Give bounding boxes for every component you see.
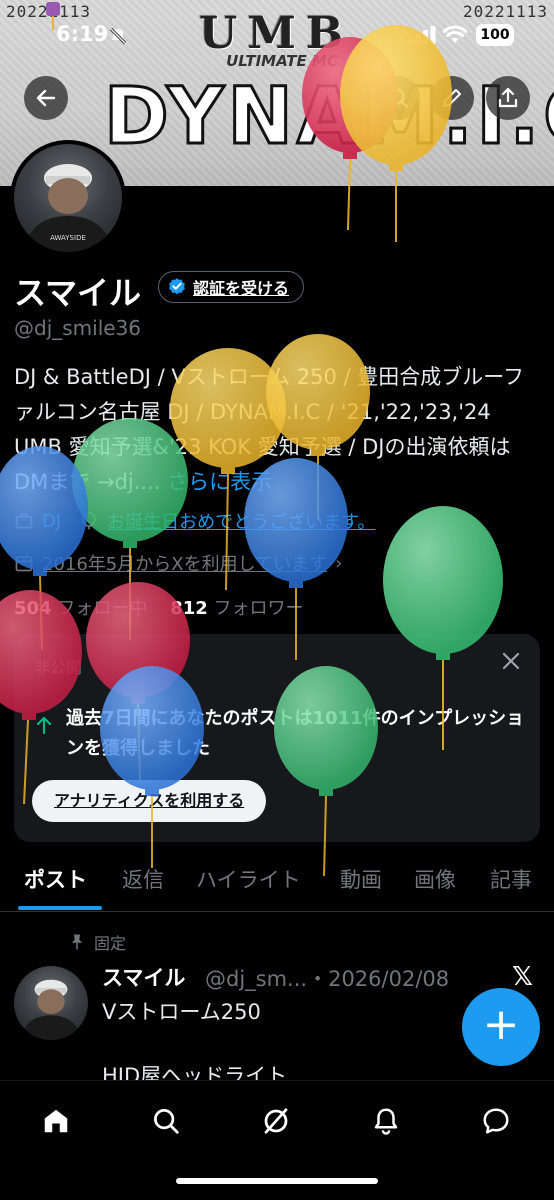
birthday-message[interactable]: お誕生日おめでとうございます。 [107, 508, 375, 534]
profile-bio: DJ & BattleDJ / Vストローム 250 / 豊田合成ブルーファルコ… [14, 360, 540, 500]
status-bar: 6:19 100 [0, 22, 554, 52]
joined-row[interactable]: 2016年5月からXを利用しています › [14, 550, 342, 576]
battery-indicator: 100 [476, 24, 514, 46]
tab-articles[interactable]: 記事 [490, 864, 532, 894]
followers-count: 812 [170, 598, 208, 619]
profile-meta-row: DJ お誕生日おめでとうございます。 [14, 508, 375, 534]
tab-videos[interactable]: 動画 [340, 864, 382, 894]
avatar-photo: AWAYSIDE [24, 164, 112, 252]
grok-icon [264, 1108, 288, 1134]
edit-icon [443, 89, 461, 107]
back-icon [36, 89, 56, 107]
following-label: フォロー中 [57, 598, 148, 619]
verified-badge-icon [169, 278, 185, 295]
search-icon [388, 88, 409, 109]
joined-text: 2016年5月からXを利用しています [42, 554, 328, 575]
analytics-button[interactable]: アナリティクスを利用する [32, 780, 267, 822]
tab-posts[interactable]: ポスト [24, 864, 87, 894]
svg-text:AWAYSIDE: AWAYSIDE [50, 234, 86, 242]
post-handle-date: @dj_sm...・2026/02/08 [205, 967, 450, 991]
pinned-label-row: 固定 [68, 930, 126, 954]
profile-avatar[interactable]: AWAYSIDE [10, 140, 126, 256]
analytics-card: 非公開 過去7日間にあなたのポストは1011件のインプレッションを獲得しました … [14, 634, 540, 842]
home-icon [44, 1109, 68, 1133]
balloon-icon [82, 511, 96, 530]
banner-subtitle: ULTIMATE MC [226, 52, 338, 70]
profile-handle: @dj_smile36 [14, 316, 142, 340]
edit-button[interactable] [430, 76, 474, 120]
banner-date-right: 20221113 [462, 2, 548, 21]
tab-images[interactable]: 画像 [414, 864, 456, 894]
x-logo-icon: 𝕏 [512, 962, 533, 992]
search-button[interactable] [376, 76, 420, 120]
home-indicator [176, 1178, 378, 1184]
compose-button[interactable]: + [462, 988, 540, 1066]
post-avatar-photo [20, 979, 82, 1040]
back-button[interactable] [24, 76, 68, 120]
verify-label: 認証を受ける [193, 279, 290, 298]
tab-replies[interactable]: 返信 [122, 864, 164, 894]
chevron-right-icon: › [335, 552, 343, 574]
post-author[interactable]: スマイル [102, 962, 185, 992]
followers-link[interactable]: 812 フォロワー [170, 598, 303, 619]
wifi-icon [443, 25, 467, 43]
plus-icon: + [482, 999, 520, 1050]
following-count: 504 [14, 598, 52, 619]
banner-date-left: 20221113 [6, 2, 92, 21]
messages-icon [483, 1108, 509, 1134]
arrow-up-icon [36, 716, 52, 734]
pinned-label: 固定 [94, 934, 127, 953]
nav-notifications[interactable] [366, 1101, 406, 1141]
bio-more-link[interactable]: さらに表示 [167, 470, 272, 494]
briefcase-icon [15, 513, 33, 529]
nav-grok[interactable] [256, 1101, 296, 1141]
signal-icon [408, 26, 436, 44]
notifications-icon [374, 1108, 398, 1135]
follow-stats: 504 フォロー中 812 フォロワー [14, 594, 304, 620]
close-icon[interactable] [500, 650, 522, 672]
profile-name: スマイル [14, 274, 142, 312]
verify-button[interactable]: 認証を受ける [158, 271, 305, 303]
calendar-icon [15, 556, 33, 572]
nav-home[interactable] [36, 1101, 76, 1141]
explore-icon [154, 1109, 179, 1134]
profile-tabs: ポスト 返信 ハイライト 動画 画像 記事 [0, 856, 554, 912]
nav-messages[interactable] [476, 1101, 516, 1141]
post-avatar[interactable] [14, 966, 88, 1040]
post-text-line1: Vストローム250 [102, 1000, 261, 1024]
active-tab-indicator [18, 906, 102, 910]
status-time: 6:19 [56, 22, 109, 46]
profile-category[interactable]: DJ [42, 511, 61, 532]
following-link[interactable]: 504 フォロー中 [14, 598, 147, 619]
pin-icon [71, 934, 83, 950]
private-label: 非公開 [34, 658, 83, 677]
followers-label: フォロワー [213, 598, 304, 619]
share-icon [498, 87, 518, 108]
tab-highlights[interactable]: ハイライト [196, 864, 301, 894]
share-button[interactable] [486, 76, 530, 120]
nav-explore[interactable] [146, 1101, 186, 1141]
impressions-message: 過去7日間にあなたのポストは1011件のインプレッションを獲得しました [66, 708, 525, 759]
silent-bell-icon [109, 27, 127, 45]
